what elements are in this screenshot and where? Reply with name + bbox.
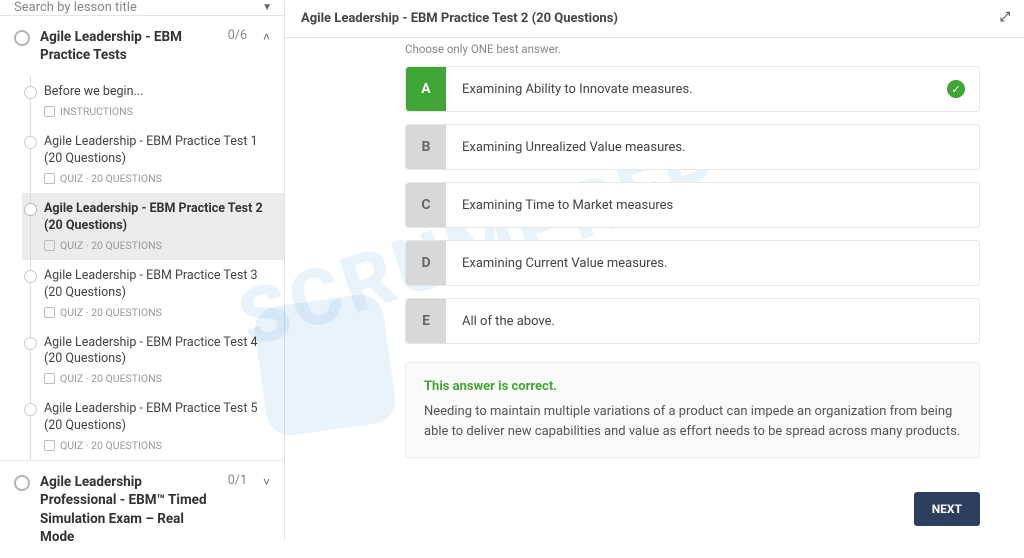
lesson-meta: QUIZ · 20 QUESTIONS xyxy=(44,372,272,385)
feedback-title: This answer is correct. xyxy=(424,379,961,394)
section-count: 0/1 xyxy=(228,473,247,488)
choice-text: Examining Time to Market measures xyxy=(446,198,979,213)
lesson-item-test-3[interactable]: Agile Leadership - EBM Practice Test 3 (… xyxy=(22,260,284,327)
choice-letter: B xyxy=(406,125,446,169)
choice-text: Examining Unrealized Value measures. xyxy=(446,140,979,155)
choice-c[interactable]: C Examining Time to Market measures xyxy=(405,182,980,228)
quiz-icon xyxy=(44,173,55,184)
lesson-item-before-we-begin[interactable]: Before we begin... INSTRUCTIONS xyxy=(22,76,284,126)
quiz-icon xyxy=(44,240,55,251)
chevron-up-icon: ˄ xyxy=(263,30,270,44)
content-header: Agile Leadership - EBM Practice Test 2 (… xyxy=(285,0,1024,38)
question-instruction: Choose only ONE best answer. xyxy=(405,42,980,56)
lesson-status-icon xyxy=(24,203,37,216)
feedback-text: Needing to maintain multiple variations … xyxy=(424,402,961,441)
choice-b[interactable]: B Examining Unrealized Value measures. xyxy=(405,124,980,170)
choice-text: All of the above. xyxy=(446,314,979,329)
choice-d[interactable]: D Examining Current Value measures. xyxy=(405,240,980,286)
choice-letter: A xyxy=(406,67,446,111)
choice-letter: E xyxy=(406,299,446,343)
lesson-status-icon xyxy=(24,270,37,283)
lesson-meta: QUIZ · 20 QUESTIONS xyxy=(44,306,272,319)
lesson-title: Agile Leadership - EBM Practice Test 5 (… xyxy=(44,401,272,435)
instructions-icon xyxy=(44,106,55,117)
lesson-item-test-2[interactable]: Agile Leadership - EBM Practice Test 2 (… xyxy=(22,193,284,260)
lesson-item-test-4[interactable]: Agile Leadership - EBM Practice Test 4 (… xyxy=(22,327,284,394)
lesson-meta: INSTRUCTIONS xyxy=(44,105,272,118)
lesson-item-test-1[interactable]: Agile Leadership - EBM Practice Test 1 (… xyxy=(22,126,284,193)
section-header-practice-tests[interactable]: Agile Leadership - EBM Practice Tests 0/… xyxy=(0,16,284,76)
section-title: Agile Leadership - EBM Practice Tests xyxy=(40,28,212,64)
quiz-icon xyxy=(44,440,55,451)
section-items: Before we begin... INSTRUCTIONS Agile Le… xyxy=(0,76,284,460)
choice-a[interactable]: A Examining Ability to Innovate measures… xyxy=(405,66,980,112)
lesson-title: Agile Leadership - EBM Practice Test 3 (… xyxy=(44,268,272,302)
lesson-title: Agile Leadership - EBM Practice Test 1 (… xyxy=(44,134,272,168)
lesson-meta: QUIZ · 20 QUESTIONS xyxy=(44,439,272,452)
chevron-down-icon: ▼ xyxy=(262,2,272,13)
feedback-panel: This answer is correct. Needing to maint… xyxy=(405,362,980,458)
section-header-simulation-exam[interactable]: Agile Leadership Professional - EBM™ Tim… xyxy=(0,460,284,558)
expand-icon[interactable]: ⤢ xyxy=(1000,10,1010,25)
lesson-title: Agile Leadership - EBM Practice Test 4 (… xyxy=(44,335,272,369)
chevron-down-icon: ˅ xyxy=(263,475,270,489)
choice-text: Examining Ability to Innovate measures. xyxy=(446,82,979,97)
check-icon: ✓ xyxy=(947,80,965,98)
choice-letter: D xyxy=(406,241,446,285)
progress-circle-icon xyxy=(14,475,30,491)
next-button[interactable]: NEXT xyxy=(914,492,980,526)
progress-circle-icon xyxy=(14,30,30,46)
quiz-icon xyxy=(44,307,55,318)
search-input[interactable]: Search by lesson title ▼ xyxy=(0,0,284,16)
choice-letter: C xyxy=(406,183,446,227)
section-title: Agile Leadership Professional - EBM™ Tim… xyxy=(40,473,212,546)
lesson-status-icon xyxy=(24,403,37,416)
content-title: Agile Leadership - EBM Practice Test 2 (… xyxy=(301,11,618,26)
lesson-title: Agile Leadership - EBM Practice Test 2 (… xyxy=(44,201,272,235)
lesson-status-icon xyxy=(24,136,37,149)
lesson-title: Before we begin... xyxy=(44,84,272,101)
main-content: Agile Leadership - EBM Practice Test 2 (… xyxy=(285,0,1024,540)
lesson-meta: QUIZ · 20 QUESTIONS xyxy=(44,239,272,252)
lesson-status-icon xyxy=(24,337,37,350)
section-count: 0/6 xyxy=(228,28,247,43)
question-panel: Choose only ONE best answer. A Examining… xyxy=(285,38,1024,540)
choice-e[interactable]: E All of the above. xyxy=(405,298,980,344)
lesson-status-icon xyxy=(24,86,37,99)
lesson-item-test-5[interactable]: Agile Leadership - EBM Practice Test 5 (… xyxy=(22,393,284,460)
choice-text: Examining Current Value measures. xyxy=(446,256,979,271)
lesson-meta: QUIZ · 20 QUESTIONS xyxy=(44,172,272,185)
quiz-icon xyxy=(44,373,55,384)
sidebar: Search by lesson title ▼ Agile Leadershi… xyxy=(0,0,285,540)
search-placeholder: Search by lesson title xyxy=(14,0,137,15)
